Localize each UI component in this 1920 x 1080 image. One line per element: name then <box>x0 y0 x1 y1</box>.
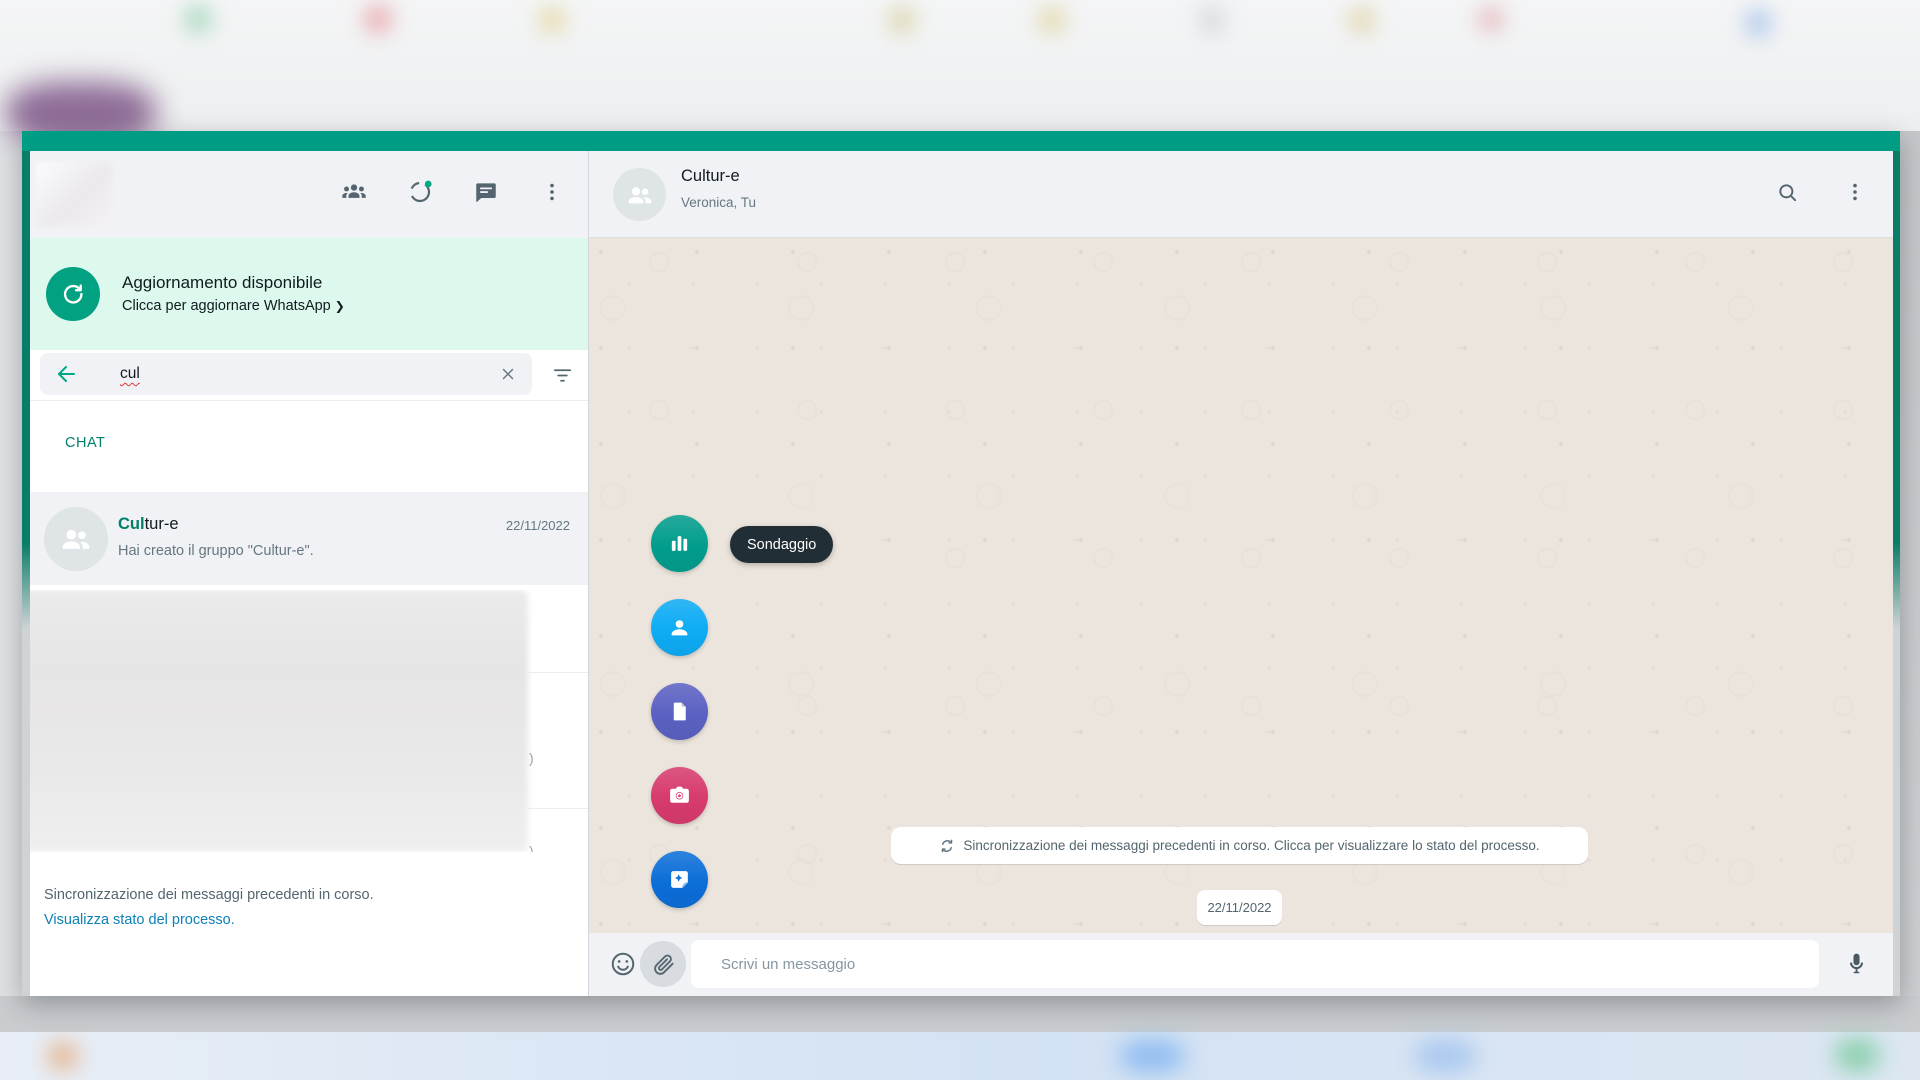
chat-result-name: Cultur-e <box>118 515 179 534</box>
status-icon <box>407 179 433 210</box>
update-banner[interactable]: Aggiornamento disponibile Clicca per agg… <box>30 238 588 350</box>
menu-dots-icon <box>540 180 564 209</box>
new-chat-icon <box>473 179 499 210</box>
status-button[interactable] <box>406 181 434 209</box>
chevron-right-icon: ❯ <box>335 299 345 313</box>
sync-banner[interactable]: Sincronizzazione dei messaggi precedenti… <box>891 827 1588 864</box>
communities-button[interactable] <box>340 181 368 209</box>
paperclip-icon <box>651 952 676 977</box>
clear-search-icon[interactable] <box>498 364 518 384</box>
update-banner-text: Aggiornamento disponibile Clicca per agg… <box>122 271 345 317</box>
communities-icon <box>340 178 368 211</box>
whatsapp-window: Aggiornamento disponibile Clicca per agg… <box>22 131 1900 996</box>
sticker-icon <box>667 867 692 892</box>
search-input[interactable]: cul <box>40 353 532 395</box>
background-blob <box>185 6 211 32</box>
search-row: cul <box>30 350 588 400</box>
taskbar-blurred <box>0 1032 1920 1080</box>
background-blob <box>1200 8 1224 32</box>
background-blob <box>1745 10 1771 36</box>
chat-menu-button[interactable] <box>1841 181 1869 209</box>
chat-title: Cultur-e <box>681 167 740 186</box>
sync-banner-text: Sincronizzazione dei messaggi precedenti… <box>963 838 1539 853</box>
document-icon <box>667 699 692 724</box>
poll-icon <box>666 530 693 557</box>
background-blob <box>365 6 391 32</box>
background-blob <box>1350 8 1374 32</box>
window-edge-left <box>22 151 30 629</box>
chat-subtitle: Veronica, Tu <box>681 195 756 210</box>
profile-avatar[interactable] <box>36 162 112 226</box>
sidebar: Aggiornamento disponibile Clicca per agg… <box>30 151 588 996</box>
back-arrow-icon[interactable] <box>54 362 78 386</box>
divider <box>30 400 588 401</box>
sync-status-link[interactable]: Visualizza stato del processo. <box>44 912 235 928</box>
background-blob <box>540 8 564 32</box>
sync-icon <box>939 838 955 854</box>
sync-status-text: Sincronizzazione dei messaggi precedenti… <box>44 887 374 903</box>
update-banner-title: Aggiornamento disponibile <box>122 271 345 295</box>
group-avatar <box>44 507 108 571</box>
attach-sticker-button[interactable] <box>651 851 708 908</box>
attachment-menu <box>651 515 708 933</box>
divider <box>527 672 588 673</box>
refresh-icon <box>46 267 100 321</box>
background-top <box>0 0 1920 131</box>
group-avatar-icon <box>623 178 657 212</box>
contact-icon <box>666 614 693 641</box>
menu-dots-icon <box>1843 180 1867 209</box>
background-blob <box>1040 8 1064 32</box>
background-blob <box>1120 1040 1184 1072</box>
attach-contact-button[interactable] <box>651 599 708 656</box>
blurred-chat-rows: ) ) 5 <box>30 590 588 852</box>
truncated-text: ) <box>529 843 541 852</box>
attachment-tooltip: Sondaggio <box>730 526 833 563</box>
section-label-chat: CHAT <box>65 435 105 451</box>
privacy-blur <box>30 590 528 852</box>
chat-avatar[interactable] <box>613 168 666 221</box>
sidebar-menu-button[interactable] <box>538 181 566 209</box>
window-edge-right <box>1893 151 1900 629</box>
background-blob <box>48 1042 78 1070</box>
attach-poll-button[interactable] <box>651 515 708 572</box>
emoji-icon[interactable] <box>609 950 637 983</box>
background-blob <box>1415 1040 1475 1072</box>
new-chat-button[interactable] <box>472 181 500 209</box>
chat-list-item-culture[interactable]: Cultur-e Hai creato il gruppo "Cultur-e"… <box>30 492 588 585</box>
update-banner-subtitle: Clicca per aggiornare WhatsApp❯ <box>122 295 345 317</box>
background-blob <box>1480 8 1502 30</box>
search-query-text: cul <box>120 365 140 383</box>
sidebar-sync-status: Sincronizzazione dei messaggi precedenti… <box>44 883 524 933</box>
desktop: Aggiornamento disponibile Clicca per agg… <box>0 0 1920 1080</box>
filter-icon[interactable] <box>551 364 574 392</box>
search-icon <box>1776 181 1799 209</box>
message-input[interactable] <box>691 940 1819 988</box>
group-avatar-icon <box>56 519 96 559</box>
date-chip: 22/11/2022 <box>1197 890 1282 925</box>
attach-button[interactable] <box>640 941 686 987</box>
truncated-text: ) <box>529 750 541 766</box>
chat-header[interactable]: Cultur-e Veronica, Tu <box>589 151 1893 238</box>
sidebar-actions <box>340 151 588 238</box>
background-blob <box>890 8 914 32</box>
background-blob <box>1835 1038 1879 1072</box>
mic-icon[interactable] <box>1843 950 1870 982</box>
attach-camera-button[interactable] <box>651 767 708 824</box>
chat-header-actions <box>1773 151 1869 238</box>
chat-result-date: 22/11/2022 <box>506 518 570 533</box>
chat-panel: Cultur-e Veronica, Tu <box>588 151 1893 996</box>
composer <box>589 933 1893 996</box>
chat-search-button[interactable] <box>1773 181 1801 209</box>
divider <box>527 808 588 809</box>
camera-icon <box>667 783 692 808</box>
chat-result-preview: Hai creato il gruppo "Cultur-e". <box>118 543 314 559</box>
background-right <box>1900 131 1920 996</box>
attach-document-button[interactable] <box>651 683 708 740</box>
chat-body: Sondaggio Sincronizzazione dei messaggi … <box>589 238 1893 933</box>
window-titlebar <box>22 131 1900 151</box>
sidebar-header <box>30 151 588 238</box>
background-strip <box>0 996 1920 1032</box>
